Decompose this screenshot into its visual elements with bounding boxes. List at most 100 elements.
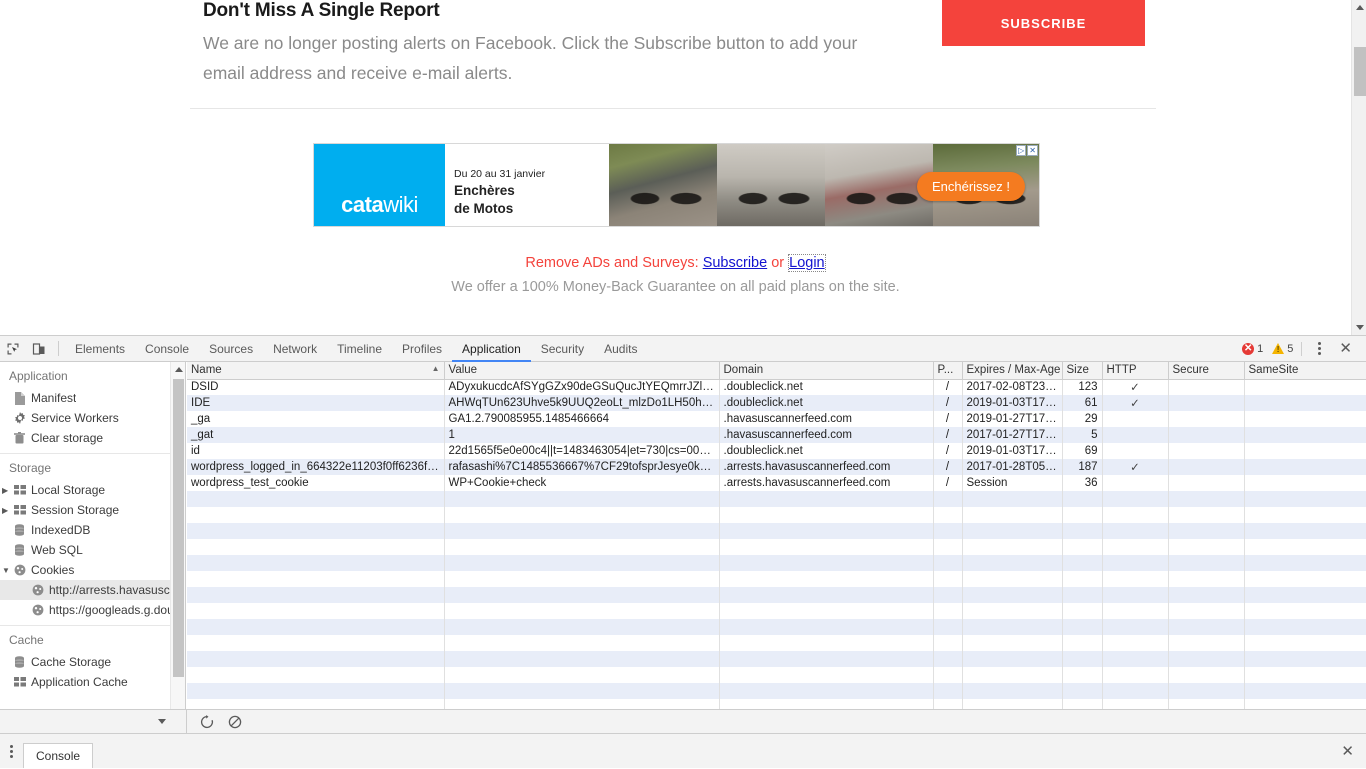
kebab-menu-icon[interactable] xyxy=(1310,342,1329,355)
cell-empty xyxy=(933,651,963,667)
drawer-kebab-menu-icon[interactable] xyxy=(0,744,23,758)
cell-secure xyxy=(1168,443,1245,459)
ad-logo-light: wiki xyxy=(383,192,418,217)
column-header-http[interactable]: HTTP xyxy=(1102,362,1169,380)
sidebar-scrollbar[interactable] xyxy=(170,362,185,734)
sidebar-item-cache-storage[interactable]: Cache Storage xyxy=(0,652,185,672)
cell-empty xyxy=(1102,507,1169,523)
column-header-name[interactable]: Name xyxy=(187,362,445,380)
cell-size: 29 xyxy=(1062,411,1103,427)
tab-sources[interactable]: Sources xyxy=(199,336,263,362)
cell-expires: 2019-01-03T17:04:… xyxy=(962,395,1063,411)
sidebar-item-cookie-origin-googleads[interactable]: https://googleads.g.dou xyxy=(0,600,185,620)
clear-all-icon[interactable] xyxy=(223,711,247,733)
adchoices-icon[interactable]: ▷ ✕ xyxy=(1016,145,1038,156)
close-devtools-icon[interactable]: ✕ xyxy=(1331,341,1360,356)
drawer-close-icon[interactable]: ✕ xyxy=(1329,742,1366,760)
cell-secure xyxy=(1168,427,1245,443)
chevron-down-icon[interactable]: ▼ xyxy=(2,566,14,575)
table-row[interactable]: _gat 1 .havasuscannerfeed.com/2017-01-27T1… xyxy=(187,427,1366,443)
table-row[interactable]: wordpress_test_cookie WP+Cookie+check .arr… xyxy=(187,475,1366,491)
sidebar-item-cookie-origin-arrests[interactable]: http://arrests.havasuscan xyxy=(0,580,185,600)
warning-count-badge[interactable]: 5 xyxy=(1272,343,1293,355)
sidebar-item-clear-storage[interactable]: Clear storage xyxy=(0,428,185,448)
cell-empty xyxy=(1168,507,1245,523)
refresh-icon[interactable] xyxy=(195,711,219,733)
sidebar-item-label: Web SQL xyxy=(31,543,83,557)
column-header-expires[interactable]: Expires / Max-Age xyxy=(962,362,1063,380)
sidebar-item-label: Clear storage xyxy=(31,431,104,445)
tab-profiles[interactable]: Profiles xyxy=(392,336,452,362)
cell-samesite xyxy=(1244,443,1366,459)
tab-network[interactable]: Network xyxy=(263,336,327,362)
tab-console[interactable]: Console xyxy=(135,336,199,362)
toolbar-divider-2 xyxy=(1301,341,1303,356)
cell-value: WP+Cookie+check xyxy=(444,475,720,491)
cell-empty xyxy=(1168,635,1245,651)
subscribe-link[interactable]: Subscribe xyxy=(703,255,767,271)
table-row[interactable]: id 22d1565f5e0e00c4||t=1483463054|et=730|… xyxy=(187,443,1366,459)
column-header-path[interactable]: P... xyxy=(933,362,963,380)
cell-path: / xyxy=(933,459,963,475)
table-row[interactable]: _ga GA1.2.790085955.1485466664 .havasuscan… xyxy=(187,411,1366,427)
cell-name: wordpress_logged_in_664322e11203f0ff6236… xyxy=(187,459,445,475)
cell-name: _gat xyxy=(187,427,445,443)
chevron-right-icon[interactable]: ▶ xyxy=(2,506,14,515)
warning-icon xyxy=(1272,343,1285,354)
scroll-down-arrow-icon[interactable] xyxy=(1352,320,1366,335)
cell-empty xyxy=(1102,523,1169,539)
page-scrollbar-thumb[interactable] xyxy=(1354,47,1366,96)
scroll-up-arrow-icon[interactable] xyxy=(1352,0,1366,15)
ad-cta-button[interactable]: Enchérissez ! xyxy=(916,172,1025,201)
cell-empty xyxy=(187,555,445,571)
sidebar-item-service-workers[interactable]: Service Workers xyxy=(0,408,185,428)
sidebar-item-indexeddb[interactable]: IndexedDB xyxy=(0,520,185,540)
column-header-value[interactable]: Value xyxy=(444,362,720,380)
cell-domain: .arrests.havasuscannerfeed.com xyxy=(719,459,934,475)
sidebar-item-local-storage[interactable]: ▶ Local Storage xyxy=(0,480,185,500)
device-toolbar-icon[interactable] xyxy=(26,336,52,362)
sidebar-scroll-down-icon[interactable] xyxy=(158,719,166,724)
cell-name: DSID xyxy=(187,379,445,395)
login-link[interactable]: Login xyxy=(788,254,826,272)
table-row[interactable]: DSID ADyxukucdcAfSYgGZx90deGSuQucJtYEQmrr… xyxy=(187,379,1366,395)
column-header-secure[interactable]: Secure xyxy=(1168,362,1245,380)
cell-http xyxy=(1102,411,1169,427)
cell-empty xyxy=(1062,571,1103,587)
sidebar-item-web-sql[interactable]: Web SQL xyxy=(0,540,185,560)
sidebar-scroll-up-icon[interactable] xyxy=(171,362,185,377)
error-count-badge[interactable]: ✕ 1 xyxy=(1242,342,1263,355)
table-row[interactable]: IDE AHWqTUn623Uhve5k9UUQ2eoLt_mlzDo1LH50h… xyxy=(187,395,1366,411)
tab-audits[interactable]: Audits xyxy=(594,336,647,362)
drawer-tab-console[interactable]: Console xyxy=(23,743,94,768)
sidebar-item-cookies[interactable]: ▼ Cookies xyxy=(0,560,185,580)
sidebar-item-session-storage[interactable]: ▶ Session Storage xyxy=(0,500,185,520)
advertisement-banner[interactable]: catawiki Du 20 au 31 janvier Enchères de… xyxy=(313,143,1040,227)
cell-empty xyxy=(719,507,934,523)
tab-application[interactable]: Application xyxy=(452,336,531,362)
inspect-element-icon[interactable] xyxy=(0,336,26,362)
ad-headline-2: de Motos xyxy=(454,201,514,216)
cell-expires: 2019-01-03T17:04:… xyxy=(962,443,1063,459)
chevron-right-icon[interactable]: ▶ xyxy=(2,486,14,495)
cell-empty xyxy=(444,619,720,635)
cell-empty xyxy=(1244,491,1366,507)
cell-value: AHWqTUn623Uhve5k9UUQ2eoLt_mlzDo1LH50h2Qv… xyxy=(444,395,720,411)
cell-empty xyxy=(719,587,934,603)
table-row[interactable]: wordpress_logged_in_664322e11203f0ff6236… xyxy=(187,459,1366,475)
page-vertical-scrollbar[interactable] xyxy=(1351,0,1366,335)
tab-security[interactable]: Security xyxy=(531,336,594,362)
column-header-size[interactable]: Size xyxy=(1062,362,1103,380)
cell-domain: .doubleclick.net xyxy=(719,395,934,411)
cell-empty xyxy=(719,651,934,667)
column-header-domain[interactable]: Domain xyxy=(719,362,934,380)
sidebar-item-application-cache[interactable]: Application Cache xyxy=(0,672,185,692)
column-header-samesite[interactable]: SameSite xyxy=(1244,362,1366,380)
sidebar-scrollbar-thumb[interactable] xyxy=(173,379,184,677)
tab-elements[interactable]: Elements xyxy=(65,336,135,362)
cell-empty xyxy=(1244,571,1366,587)
sidebar-item-manifest[interactable]: Manifest xyxy=(0,388,185,408)
tab-timeline[interactable]: Timeline xyxy=(327,336,392,362)
cell-empty xyxy=(933,491,963,507)
subscribe-button[interactable]: SUBSCRIBE xyxy=(942,0,1145,46)
